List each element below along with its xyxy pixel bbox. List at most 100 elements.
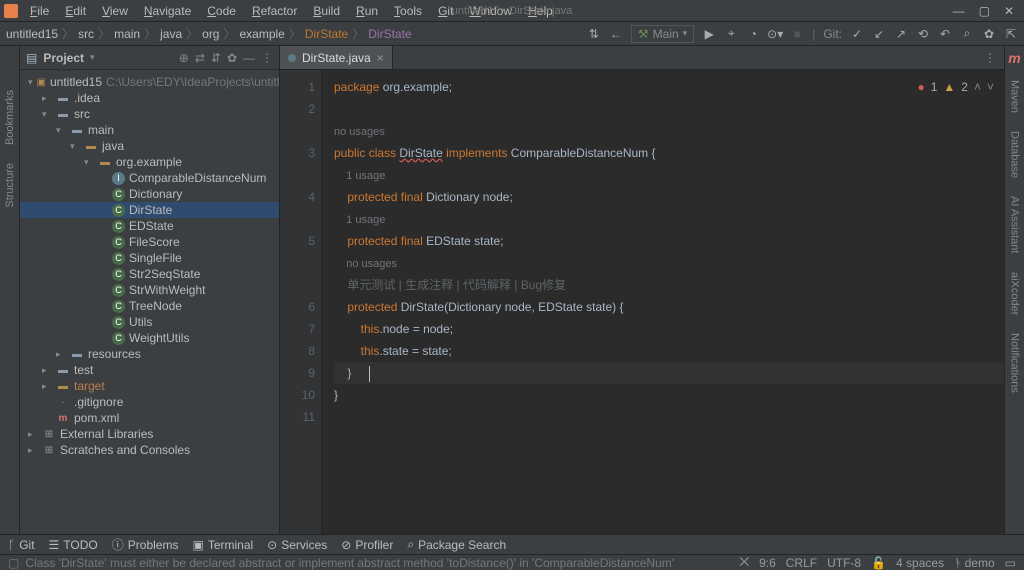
code-line[interactable]: protected DirState(Dictionary node, EDSt… (334, 296, 1004, 318)
menu-build[interactable]: Build (307, 2, 346, 20)
crumb-main[interactable]: main (114, 27, 140, 41)
tree-item-filescore[interactable]: CFileScore (20, 234, 279, 250)
menu-code[interactable]: Code (201, 2, 242, 20)
crumb-java[interactable]: java (160, 27, 182, 41)
tree-item-scratches-and-consoles[interactable]: ▸⊞Scratches and Consoles (20, 442, 279, 458)
debug-icon[interactable]: ⌖ (724, 27, 738, 41)
tree-item-str2seqstate[interactable]: CStr2SeqState (20, 266, 279, 282)
bottom-git[interactable]: ᚴGit (8, 538, 35, 552)
status-hint-icon[interactable]: ▢ (8, 556, 19, 570)
tree-item--gitignore[interactable]: ·.gitignore (20, 394, 279, 410)
code-line[interactable]: protected final Dictionary node; (334, 186, 1004, 208)
memory-icon[interactable]: ▭ (1005, 556, 1016, 570)
tree-item-org-example[interactable]: ▾▬org.example (20, 154, 279, 170)
git-commit-icon[interactable]: ↙ (872, 27, 886, 41)
tree-item-weightutils[interactable]: CWeightUtils (20, 330, 279, 346)
context-actions-icon[interactable]: ⨉ (739, 555, 749, 570)
leftstripe-bookmarks[interactable]: Bookmarks (2, 86, 18, 149)
code-line[interactable]: this.state = state; (334, 340, 1004, 362)
bottom-problems[interactable]: ⓘProblems (112, 536, 179, 553)
collapse-icon[interactable]: ⇵ (211, 51, 221, 65)
close-icon[interactable]: ✕ (1004, 4, 1014, 18)
code-line[interactable]: no usages (334, 252, 1004, 274)
tree-item-strwithweight[interactable]: CStrWithWeight (20, 282, 279, 298)
run-config-selector[interactable]: ⚒ Main ▾ (631, 25, 694, 43)
code-line[interactable]: this.node = node; (334, 318, 1004, 340)
menu-view[interactable]: View (96, 2, 134, 20)
code-area[interactable]: ●1 ▲2 ˄ ˅ package org.example;no usagesp… (322, 70, 1004, 534)
code-line[interactable]: package org.example; (334, 76, 1004, 98)
users-icon[interactable]: ⇅ (587, 27, 601, 41)
crumb-example[interactable]: example (240, 27, 285, 41)
tree-item-test[interactable]: ▸▬test (20, 362, 279, 378)
line-gutter[interactable]: 1234567891011 (280, 70, 322, 534)
chevron-up-icon[interactable]: ˄ (974, 76, 981, 98)
rollback-icon[interactable]: ↶ (938, 27, 952, 41)
tree-item-edstate[interactable]: CEDState (20, 218, 279, 234)
rightstripe-notifications[interactable]: Notifications (1007, 329, 1023, 397)
tabs-options-icon[interactable]: ⋮ (984, 51, 1004, 65)
code-line[interactable] (334, 98, 1004, 120)
stop-icon[interactable]: ■ (790, 27, 804, 41)
chevron-down-icon[interactable]: ▾ (90, 52, 95, 63)
tree-item-utils[interactable]: CUtils (20, 314, 279, 330)
tree-item-src[interactable]: ▾▬src (20, 106, 279, 122)
hide-icon[interactable]: — (243, 51, 255, 65)
crumb-dirstate[interactable]: DirState (368, 27, 411, 41)
settings-icon[interactable]: ✿ (982, 27, 996, 41)
back-icon[interactable]: ← (609, 27, 623, 41)
search-icon[interactable]: ⌕ (960, 27, 974, 41)
bottom-services[interactable]: ⊙Services (267, 538, 327, 552)
rightstripe-maven[interactable]: Maven (1007, 76, 1023, 117)
menu-edit[interactable]: Edit (59, 2, 92, 20)
rightstripe-aixcoder[interactable]: aiXcoder (1007, 268, 1023, 319)
expand-icon[interactable]: ⇄ (195, 51, 205, 65)
crumb-org[interactable]: org (202, 27, 219, 41)
bottom-package-search[interactable]: ⌕Package Search (407, 537, 506, 552)
file-encoding[interactable]: UTF-8 (827, 556, 861, 570)
bottom-profiler[interactable]: ⊘Profiler (341, 538, 393, 552)
leftstripe-structure[interactable]: Structure (2, 159, 18, 212)
code-line[interactable]: 1 usage (334, 208, 1004, 230)
options-icon[interactable]: ⋮ (261, 51, 273, 65)
bottom-todo[interactable]: ☰TODO (49, 538, 98, 552)
menu-navigate[interactable]: Navigate (138, 2, 197, 20)
close-tab-icon[interactable]: × (377, 51, 384, 65)
code-line[interactable]: } (334, 362, 1004, 384)
tree-item-main[interactable]: ▾▬main (20, 122, 279, 138)
code-line[interactable]: 单元测试 | 生成注释 | 代码解释 | Bug修复 (334, 274, 1004, 296)
git-push-icon[interactable]: ↗ (894, 27, 908, 41)
tree-item-resources[interactable]: ▸▬resources (20, 346, 279, 362)
inspection-widget[interactable]: ●1 ▲2 ˄ ˅ (917, 76, 994, 98)
code-line[interactable]: } (334, 384, 1004, 406)
code-line[interactable]: protected final EDState state; (334, 230, 1004, 252)
line-separator[interactable]: CRLF (786, 556, 817, 570)
tree-item-java[interactable]: ▾▬java (20, 138, 279, 154)
readonly-icon[interactable]: 🔓 (871, 556, 886, 570)
rightstripe-database[interactable]: Database (1007, 127, 1023, 182)
tree-item-treenode[interactable]: CTreeNode (20, 298, 279, 314)
minimize-icon[interactable]: — (953, 4, 965, 18)
project-tree[interactable]: ▾▣untitled15 C:\Users\EDY\IdeaProjects\u… (20, 70, 279, 534)
tree-item-dirstate[interactable]: CDirState (20, 202, 279, 218)
tree-item-target[interactable]: ▸▬target (20, 378, 279, 394)
menu-run[interactable]: Run (350, 2, 384, 20)
ide-settings-icon[interactable]: ⇱ (1004, 27, 1018, 41)
tree-item-untitled15[interactable]: ▾▣untitled15 C:\Users\EDY\IdeaProjects\u… (20, 74, 279, 90)
select-opened-icon[interactable]: ⊕ (179, 51, 189, 65)
bottom-terminal[interactable]: ▣Terminal (192, 538, 253, 552)
breadcrumb[interactable]: untitled15〉src〉main〉java〉org〉example〉Dir… (6, 25, 412, 42)
git-update-icon[interactable]: ✓ (850, 27, 864, 41)
code-line[interactable] (334, 406, 1004, 428)
menu-tools[interactable]: Tools (388, 2, 428, 20)
history-icon[interactable]: ⟲ (916, 27, 930, 41)
menu-refactor[interactable]: Refactor (246, 2, 303, 20)
tab-dirstate[interactable]: DirState.java × (280, 46, 393, 69)
tree-item-dictionary[interactable]: CDictionary (20, 186, 279, 202)
coverage-icon[interactable]: ◔ (746, 27, 760, 41)
tree-item--idea[interactable]: ▸▬.idea (20, 90, 279, 106)
tree-item-comparabledistancenum[interactable]: IComparableDistanceNum (20, 170, 279, 186)
crumb-src[interactable]: src (78, 27, 94, 41)
indent-widget[interactable]: 4 spaces (896, 556, 944, 570)
crumb-untitled15[interactable]: untitled15 (6, 27, 58, 41)
